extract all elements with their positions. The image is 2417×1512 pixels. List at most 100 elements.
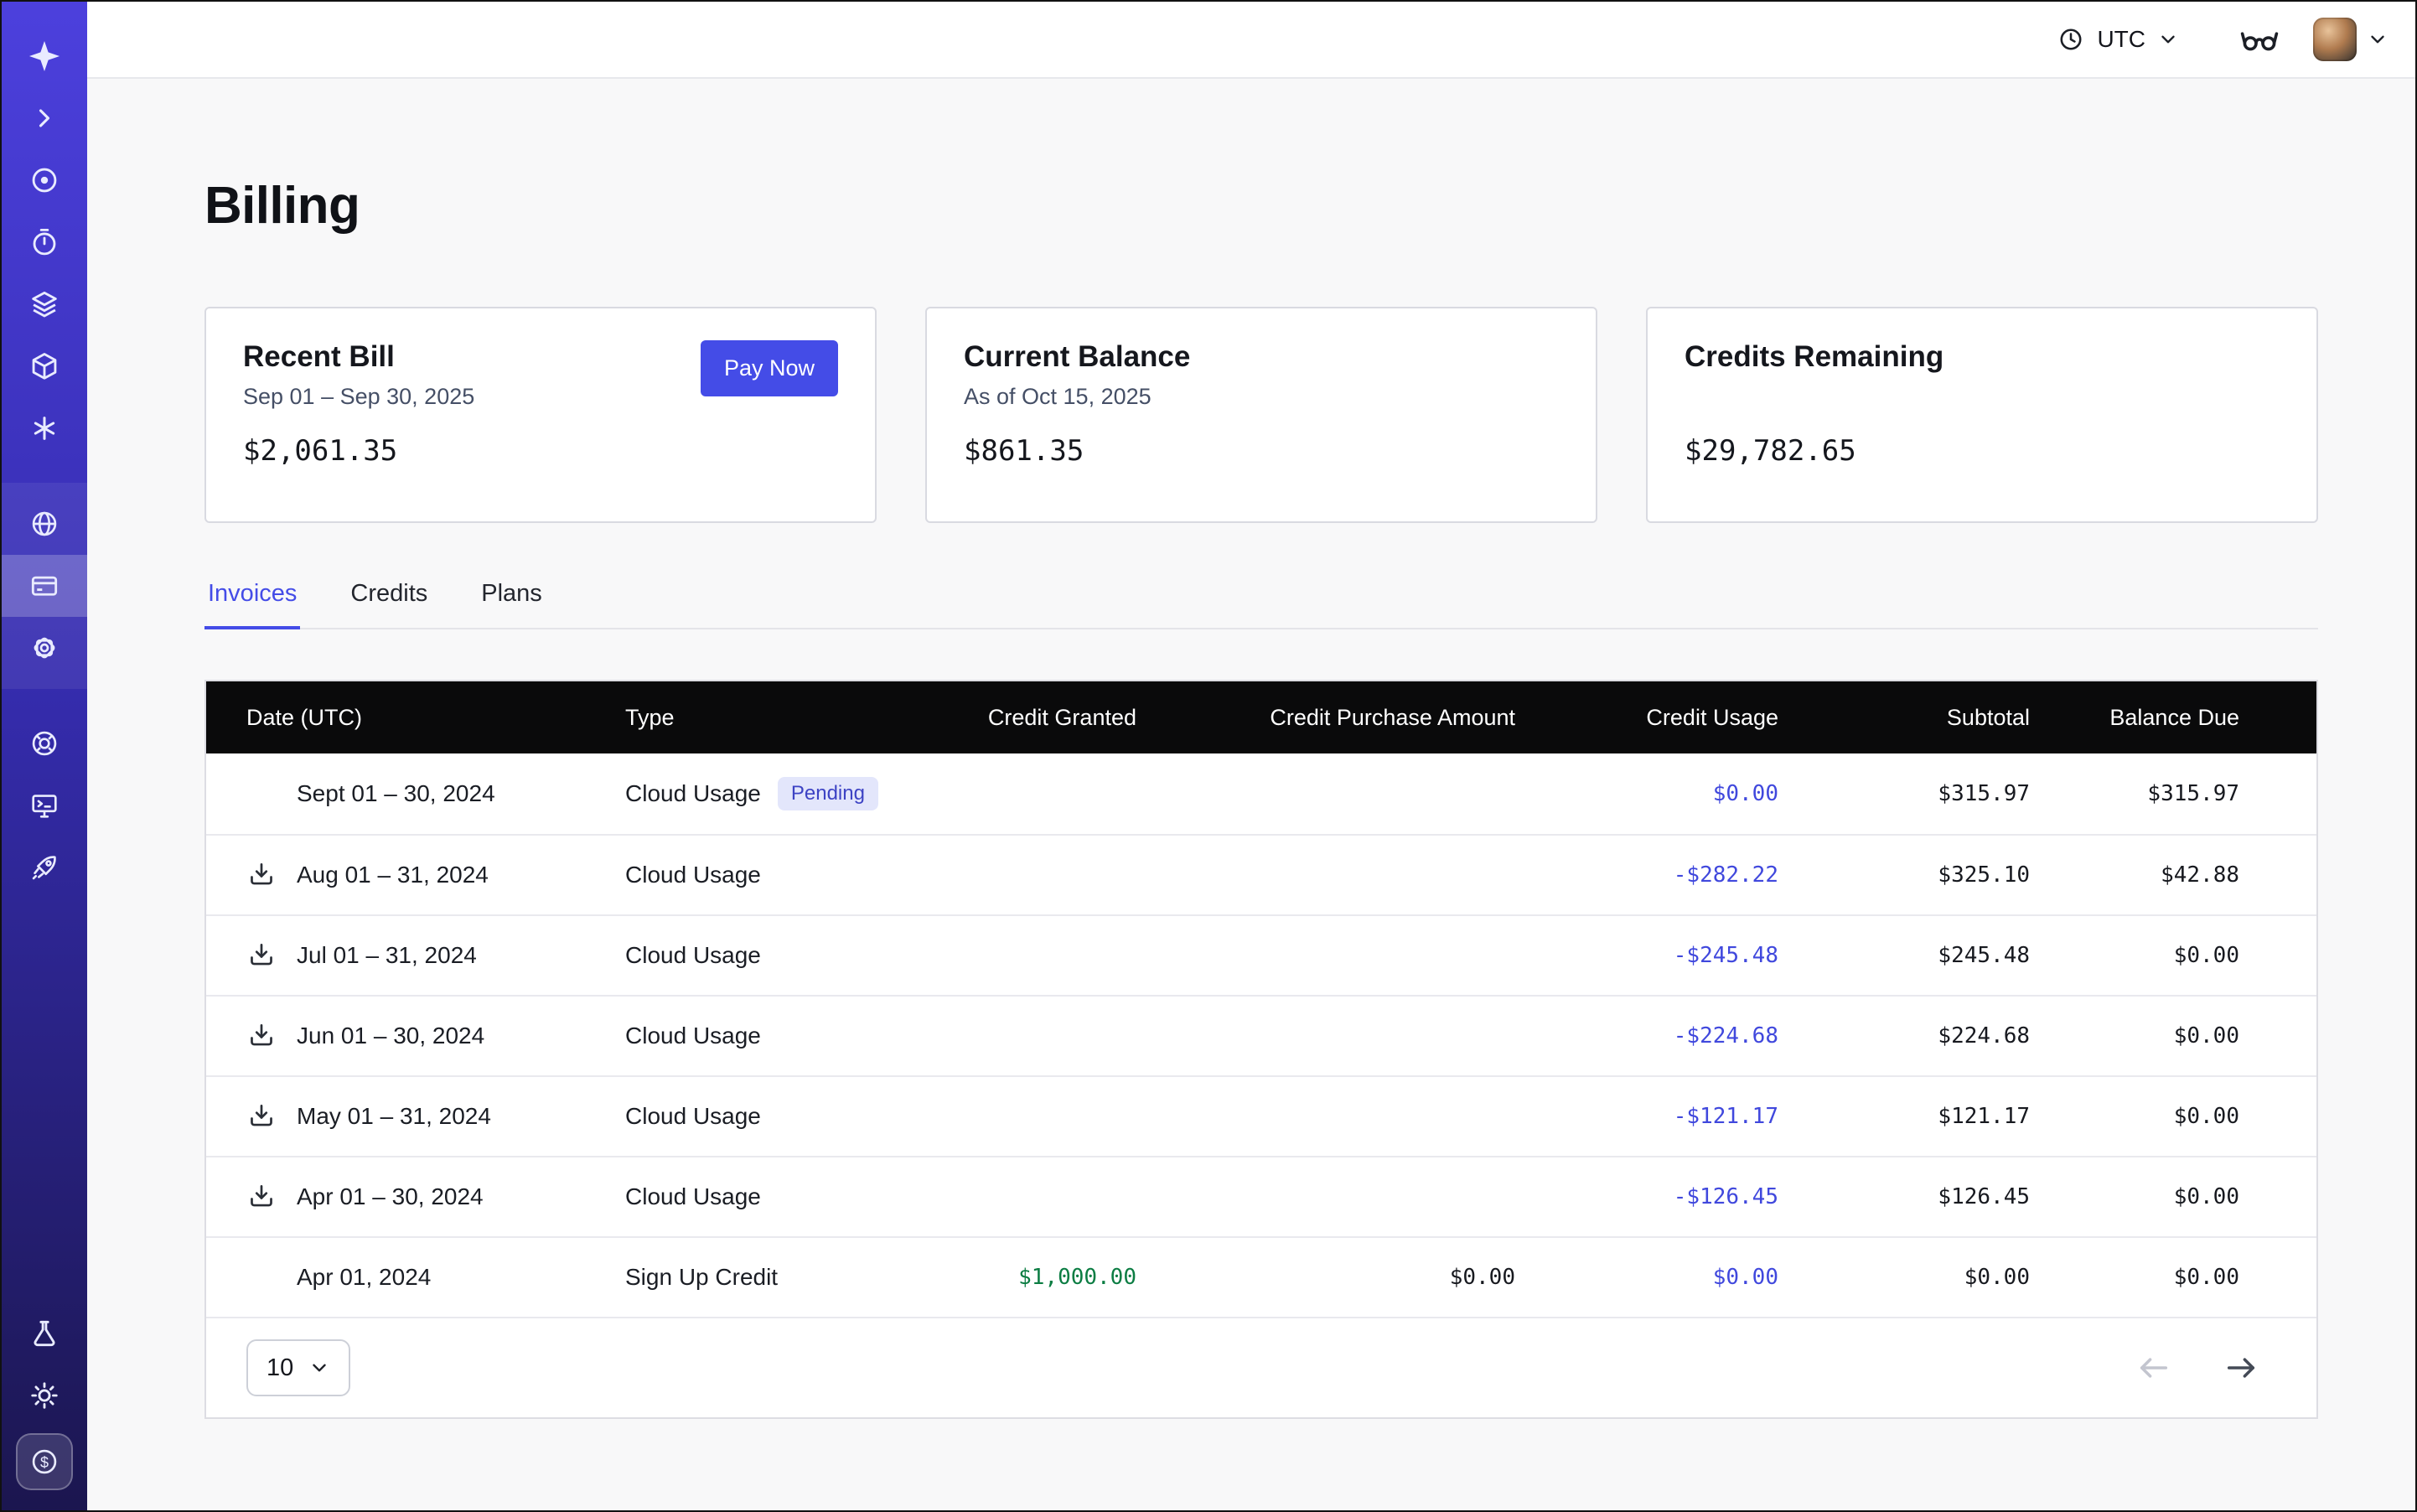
card-title: Credits Remaining — [1685, 340, 1943, 374]
table-body: Sept 01 – 30, 2024 Cloud Usage Pending $… — [206, 753, 2316, 1317]
invoice-date: Jul 01 – 31, 2024 — [297, 942, 477, 969]
chevron-down-icon — [308, 1357, 330, 1379]
date-cell: Sept 01 – 30, 2024 — [206, 779, 625, 809]
type-cell: Cloud Usage — [625, 862, 927, 888]
col-header-type: Type — [625, 705, 927, 731]
table-row: Apr 01 – 30, 2024 Cloud Usage -$126.45 $… — [206, 1156, 2316, 1236]
clock-icon — [2057, 25, 2085, 54]
col-header-credit-usage: Credit Usage — [1515, 705, 1778, 731]
date-cell: Aug 01 – 31, 2024 — [206, 860, 625, 890]
next-page-button[interactable] — [2223, 1349, 2259, 1386]
page-size-select[interactable]: 10 — [246, 1339, 350, 1396]
subtotal-cell: $126.45 — [1778, 1184, 2030, 1209]
balance-due-cell: $0.00 — [2030, 1104, 2320, 1129]
lifebuoy-icon[interactable] — [2, 712, 87, 774]
table-row: Sept 01 – 30, 2024 Cloud Usage Pending $… — [206, 753, 2316, 834]
credit-usage-cell: -$224.68 — [1515, 1023, 1778, 1049]
logo-icon[interactable] — [2, 25, 87, 87]
credit-usage-cell: -$245.48 — [1515, 943, 1778, 968]
credits-remaining-amount: $29,782.65 — [1685, 434, 2280, 468]
date-cell: Apr 01, 2024 — [206, 1262, 625, 1292]
credit-card-icon — [28, 570, 60, 602]
card-title: Recent Bill — [243, 340, 474, 374]
account-menu[interactable] — [2313, 18, 2389, 61]
subtotal-cell: $121.17 — [1778, 1104, 2030, 1129]
app-window: $ UTC — [0, 0, 2417, 1512]
card-title: Current Balance — [964, 340, 1190, 374]
page-title: Billing — [204, 173, 2318, 240]
download-invoice-button[interactable] — [246, 940, 297, 971]
card-period: Sep 01 – Sep 30, 2025 — [243, 384, 474, 412]
balance-due-cell: $42.88 — [2030, 862, 2320, 888]
balance-due-cell: $0.00 — [2030, 1023, 2320, 1049]
content: Billing Recent Bill Sep 01 – Sep 30, 202… — [87, 79, 2415, 1510]
invoice-type: Cloud Usage — [625, 1023, 761, 1049]
col-header-balance-due: Balance Due — [2030, 705, 2320, 731]
flask-icon[interactable] — [28, 1302, 60, 1364]
download-invoice-button[interactable] — [246, 1101, 297, 1131]
timer-icon[interactable] — [2, 211, 87, 273]
timezone-selector[interactable]: UTC — [2057, 25, 2179, 54]
sidebar-spacer — [2, 898, 87, 1302]
tab-credits[interactable]: Credits — [347, 567, 431, 629]
subtotal-cell: $325.10 — [1778, 862, 2030, 888]
credits-remaining-card: Credits Remaining $29,782.65 — [1646, 307, 2318, 523]
credit-usage-cell: $0.00 — [1515, 781, 1778, 806]
cube-icon[interactable] — [2, 335, 87, 397]
globe-icon[interactable] — [2, 493, 87, 555]
invoice-type: Cloud Usage — [625, 942, 761, 969]
credit-usage-cell: -$121.17 — [1515, 1104, 1778, 1129]
gear-icon[interactable] — [2, 617, 87, 679]
invoice-date: Aug 01 – 31, 2024 — [297, 862, 489, 888]
pagination — [2135, 1349, 2259, 1386]
invoice-type: Sign Up Credit — [625, 1264, 778, 1291]
sidebar-account-group — [2, 483, 87, 689]
table-row: Jun 01 – 30, 2024 Cloud Usage -$224.68 $… — [206, 995, 2316, 1075]
download-invoice-button[interactable] — [246, 1021, 297, 1051]
summary-cards: Recent Bill Sep 01 – Sep 30, 2025 Pay No… — [204, 307, 2318, 523]
collapse-sidebar-button[interactable] — [2, 87, 87, 149]
invoice-date: Apr 01, 2024 — [297, 1264, 431, 1291]
credits-coin-icon[interactable]: $ — [16, 1433, 73, 1490]
sidebar-item-billing[interactable] — [2, 555, 87, 617]
invoice-date: May 01 – 31, 2024 — [297, 1103, 491, 1130]
card-as-of: As of Oct 15, 2025 — [964, 384, 1190, 412]
invoice-date: Apr 01 – 30, 2024 — [297, 1183, 484, 1210]
sidebar: $ — [2, 2, 87, 1510]
invoice-type: Cloud Usage — [625, 1183, 761, 1210]
prev-page-button[interactable] — [2135, 1349, 2172, 1386]
table-row: Aug 01 – 31, 2024 Cloud Usage -$282.22 $… — [206, 834, 2316, 914]
recent-bill-amount: $2,061.35 — [243, 434, 838, 468]
topbar: UTC — [87, 2, 2415, 79]
type-cell: Cloud Usage Pending — [625, 777, 927, 810]
asterisk-icon[interactable] — [2, 397, 87, 459]
subtotal-cell: $245.48 — [1778, 943, 2030, 968]
tab-plans[interactable]: Plans — [478, 567, 546, 629]
chevron-down-icon — [2367, 28, 2389, 50]
svg-text:$: $ — [40, 1454, 49, 1471]
credit-purchase-cell: $0.00 — [1136, 1265, 1515, 1290]
date-cell: Jul 01 – 31, 2024 — [206, 940, 625, 971]
balance-due-cell: $0.00 — [2030, 1265, 2320, 1290]
tab-invoices[interactable]: Invoices — [204, 567, 300, 629]
download-invoice-button[interactable] — [246, 1182, 297, 1212]
billing-tabs: Invoices Credits Plans — [204, 567, 2318, 629]
recent-bill-card: Recent Bill Sep 01 – Sep 30, 2025 Pay No… — [204, 307, 877, 523]
table-row: Jul 01 – 31, 2024 Cloud Usage -$245.48 $… — [206, 914, 2316, 995]
download-invoice-button[interactable] — [246, 860, 297, 890]
main-area: UTC Billing Recen — [87, 2, 2415, 1510]
type-cell: Cloud Usage — [625, 1023, 927, 1049]
current-balance-amount: $861.35 — [964, 434, 1559, 468]
pay-now-button[interactable]: Pay Now — [701, 340, 838, 396]
layers-icon[interactable] — [2, 273, 87, 335]
col-header-date: Date (UTC) — [206, 705, 625, 731]
glasses-icon[interactable] — [2239, 24, 2280, 54]
col-header-credit-granted: Credit Granted — [927, 705, 1136, 731]
table-header: Date (UTC) Type Credit Granted Credit Pu… — [206, 681, 2316, 753]
sun-icon[interactable] — [28, 1364, 60, 1427]
page-size-value: 10 — [267, 1354, 293, 1382]
target-icon[interactable] — [2, 149, 87, 211]
rocket-icon[interactable] — [2, 836, 87, 898]
monitor-icon[interactable] — [2, 774, 87, 836]
type-cell: Sign Up Credit — [625, 1264, 927, 1291]
